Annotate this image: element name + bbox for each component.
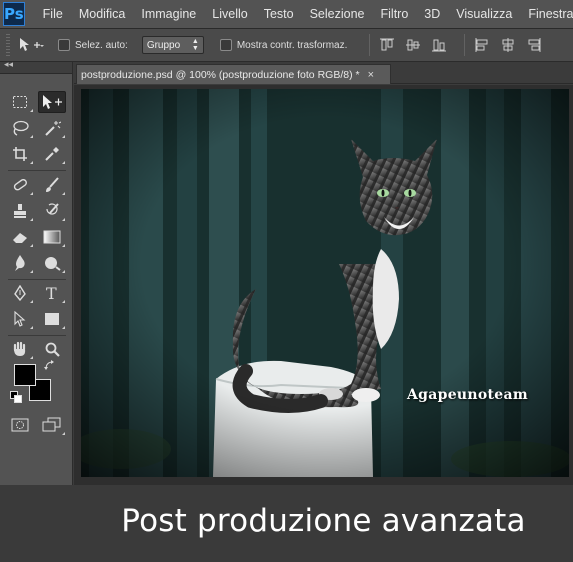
gradient-tool[interactable] — [38, 226, 66, 248]
magic-wand-icon — [45, 121, 61, 136]
menu-finestra[interactable]: Finestra — [520, 0, 573, 29]
hand-tool[interactable] — [6, 338, 34, 360]
quick-mask-icon — [11, 418, 29, 432]
auto-select-dropdown[interactable]: Gruppo ▲ ▼ — [141, 36, 204, 54]
menu-filtro[interactable]: Filtro — [373, 0, 417, 29]
auto-select-checkbox[interactable] — [58, 39, 70, 51]
pen-icon — [14, 285, 26, 301]
eyedropper-tool[interactable] — [38, 143, 66, 165]
auto-select-label: Selez. auto: — [75, 39, 128, 51]
path-selection-tool[interactable] — [6, 308, 34, 330]
options-grip[interactable] — [6, 34, 10, 56]
pen-tool[interactable] — [6, 282, 34, 304]
menu-testo[interactable]: Testo — [256, 0, 302, 29]
align-hcenter-icon[interactable] — [499, 36, 517, 54]
clone-stamp-tool[interactable] — [6, 200, 34, 222]
blur-drop-icon — [15, 255, 25, 271]
caption-band-left — [0, 485, 74, 562]
collapse-panel-icon[interactable]: ◂◂ — [4, 59, 13, 70]
menu-immagine[interactable]: Immagine — [133, 0, 204, 29]
tools-panel-header[interactable]: ◂◂ — [0, 59, 72, 74]
dodge-tool[interactable] — [38, 252, 66, 274]
lasso-tool[interactable] — [6, 117, 34, 139]
bandage-icon — [13, 179, 27, 191]
quick-selection-tool[interactable] — [38, 117, 66, 139]
magnifier-icon — [45, 342, 60, 357]
history-brush-tool[interactable] — [38, 200, 66, 222]
menu-modifica[interactable]: Modifica — [71, 0, 134, 29]
move-tool-icon — [20, 38, 44, 51]
swap-colors-icon[interactable] — [44, 360, 56, 372]
photoshop-logo[interactable]: Ps — [3, 2, 25, 26]
watermark-text: Agapeunoteam — [407, 387, 528, 403]
type-tool[interactable]: T — [38, 282, 66, 304]
transform-controls-checkbox[interactable] — [219, 39, 232, 51]
zoom-tool[interactable] — [38, 338, 66, 360]
menu-file[interactable]: File — [35, 0, 71, 29]
cat-photo-image — [81, 89, 569, 477]
brush-tool[interactable] — [38, 174, 66, 196]
menu-3d[interactable]: 3D — [416, 0, 448, 29]
options-divider-2 — [464, 34, 466, 56]
transform-controls-label: Mostra contr. trasformaz. — [236, 39, 348, 51]
history-brush-icon — [46, 203, 59, 215]
move-arrow-icon — [43, 95, 62, 109]
menu-selezione[interactable]: Selezione — [302, 0, 373, 29]
default-colors-icon[interactable] — [10, 391, 22, 403]
dodge-icon — [45, 257, 61, 271]
move-tool[interactable] — [38, 91, 66, 113]
document-tab[interactable]: postproduzione.psd @ 100% (postproduzion… — [76, 64, 391, 84]
path-selection-arrow-icon — [14, 311, 26, 327]
svg-text:T: T — [46, 285, 57, 301]
blur-tool[interactable] — [6, 252, 34, 274]
eyedropper-icon — [45, 147, 59, 161]
brush-icon — [46, 177, 59, 192]
eraser-icon — [13, 233, 27, 243]
hand-icon — [13, 341, 26, 356]
updown-arrows-icon: ▲ ▼ — [191, 38, 199, 52]
rectangular-marquee-icon — [13, 96, 27, 108]
marquee-tool[interactable] — [6, 91, 34, 113]
eraser-tool[interactable] — [6, 226, 34, 248]
stamp-icon — [14, 204, 26, 218]
caption-band: Post produzione avanzata — [74, 485, 573, 562]
tools-divider — [8, 170, 66, 171]
tools-divider-2 — [8, 279, 66, 280]
rectangle-shape-icon — [45, 313, 59, 325]
document-tab-title: postproduzione.psd @ 100% (postproduzion… — [81, 68, 360, 81]
align-left-icon[interactable] — [473, 36, 491, 54]
options-bar: Selez. auto: Gruppo ▲ ▼ Mostra contr. tra… — [0, 29, 573, 62]
type-t-icon: T — [46, 285, 57, 301]
canvas-area[interactable]: Agapeunoteam — [74, 85, 573, 485]
document-tab-bar: postproduzione.psd @ 100% (postproduzion… — [74, 62, 573, 84]
foreground-color-swatch[interactable] — [14, 364, 36, 386]
close-tab-icon[interactable]: × — [368, 69, 374, 81]
crop-tool[interactable] — [6, 143, 34, 165]
quick-mask-button[interactable] — [6, 414, 34, 436]
align-vcenter-icon[interactable] — [404, 36, 422, 54]
rectangle-tool[interactable] — [38, 308, 66, 330]
document-photo[interactable]: Agapeunoteam — [81, 89, 569, 477]
auto-select-value: Gruppo — [146, 39, 181, 51]
tools-divider-3 — [8, 335, 66, 336]
gradient-icon — [43, 230, 61, 244]
screen-mode-button[interactable] — [38, 414, 66, 436]
lasso-icon — [13, 120, 29, 136]
caption-title: Post produzione avanzata — [121, 503, 526, 539]
menu-visualizza[interactable]: Visualizza — [448, 0, 520, 29]
tool-preset-picker[interactable] — [18, 37, 46, 53]
align-right-icon[interactable] — [525, 36, 543, 54]
screen-mode-icon — [42, 417, 61, 432]
menu-livello[interactable]: Livello — [204, 0, 255, 29]
align-bottom-icon[interactable] — [430, 36, 448, 54]
crop-icon — [13, 147, 27, 161]
options-divider — [369, 34, 371, 56]
menu-bar: Ps File Modifica Immagine Livello Testo … — [0, 0, 573, 29]
healing-brush-tool[interactable] — [6, 174, 34, 196]
align-top-icon[interactable] — [378, 36, 396, 54]
